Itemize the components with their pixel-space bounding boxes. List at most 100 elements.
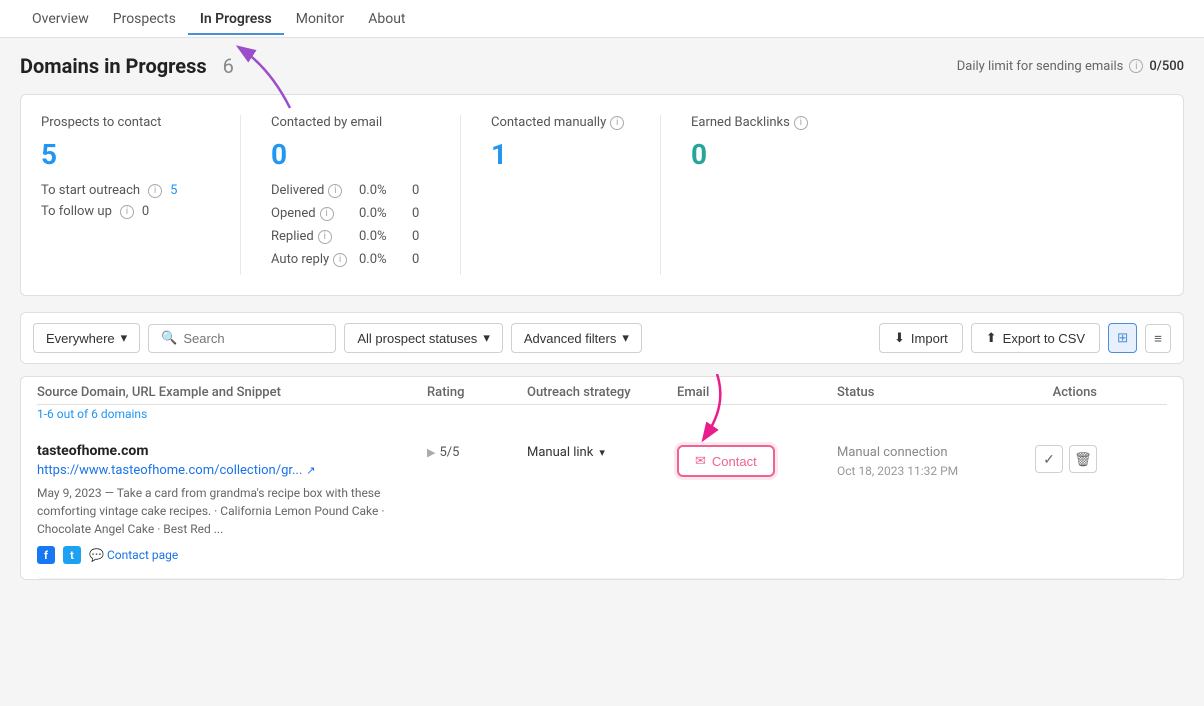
stats-backlinks: Earned Backlinks i 0 bbox=[661, 115, 861, 275]
export-button[interactable]: ⬆ Export to CSV bbox=[971, 323, 1100, 353]
followup-info-icon[interactable]: i bbox=[120, 205, 134, 219]
nav-in-progress[interactable]: In Progress bbox=[188, 3, 284, 35]
opened-info-icon[interactable]: i bbox=[320, 207, 334, 221]
rating-col: ▶ 5/5 bbox=[427, 443, 527, 460]
toolbar: Everywhere ▾ 🔍 All prospect statuses ▾ A… bbox=[20, 312, 1184, 364]
stats-card: Prospects to contact 5 To start outreach… bbox=[20, 94, 1184, 296]
filters-chevron-icon: ▾ bbox=[622, 330, 629, 346]
main-nav: Overview Prospects In Progress Monitor A… bbox=[0, 0, 1204, 38]
view-grid-button[interactable]: ⊞ bbox=[1108, 323, 1137, 353]
import-icon: ⬇ bbox=[894, 330, 905, 346]
delete-button[interactable]: 🗑 bbox=[1069, 445, 1097, 473]
col-header-actions: Actions bbox=[1017, 385, 1097, 400]
filters-label: Advanced filters bbox=[524, 331, 617, 346]
replied-label: Replied i bbox=[271, 229, 351, 244]
col-header-domain: Source Domain, URL Example and Snippet bbox=[37, 385, 427, 400]
stats-manual: Contacted manually i 1 bbox=[461, 115, 661, 275]
page-title: Domains in Progress bbox=[20, 54, 207, 78]
external-link-icon: ↗ bbox=[306, 464, 315, 477]
checkmark-icon: ✓ bbox=[1043, 451, 1055, 468]
table-header: Source Domain, URL Example and Snippet R… bbox=[37, 377, 1167, 405]
prospects-value: 5 bbox=[41, 138, 210, 171]
table-row: tasteofhome.com https://www.tasteofhome.… bbox=[37, 429, 1167, 579]
location-label: Everywhere bbox=[46, 331, 115, 346]
email-label: Contacted by email bbox=[271, 115, 430, 130]
trash-icon: 🗑 bbox=[1074, 451, 1092, 468]
col-header-rating: Rating bbox=[427, 385, 527, 400]
export-icon: ⬆ bbox=[986, 330, 997, 346]
manual-value: 1 bbox=[491, 138, 630, 171]
outreach-col: Manual link ▾ bbox=[527, 443, 677, 460]
rating-value: 5/5 bbox=[439, 445, 459, 460]
autoreply-row: Auto reply i 0.0% 0 bbox=[271, 252, 430, 267]
view-list-button[interactable]: ≡ bbox=[1145, 324, 1171, 353]
delivered-pct: 0.0% bbox=[359, 183, 404, 198]
backlinks-label: Earned Backlinks i bbox=[691, 115, 831, 130]
opened-count: 0 bbox=[412, 206, 419, 221]
delivered-info-icon[interactable]: i bbox=[328, 184, 342, 198]
location-dropdown[interactable]: Everywhere ▾ bbox=[33, 323, 140, 353]
autoreply-pct: 0.0% bbox=[359, 252, 404, 267]
search-box: 🔍 bbox=[148, 324, 336, 353]
status-dropdown[interactable]: All prospect statuses ▾ bbox=[344, 323, 502, 353]
status-text: Manual connection bbox=[837, 445, 1017, 460]
facebook-icon[interactable]: f bbox=[37, 546, 55, 564]
domain-count: 6 bbox=[223, 54, 234, 78]
outreach-info-icon[interactable]: i bbox=[148, 184, 162, 198]
col-header-status: Status bbox=[837, 385, 1017, 400]
manual-label: Contacted manually i bbox=[491, 115, 630, 130]
replied-info-icon[interactable]: i bbox=[318, 230, 332, 244]
outreach-sub: To start outreach i 5 bbox=[41, 183, 210, 198]
followup-sub: To follow up i 0 bbox=[41, 204, 210, 219]
location-chevron-icon: ▾ bbox=[121, 330, 128, 346]
daily-limit: Daily limit for sending emails i 0/500 bbox=[957, 59, 1184, 74]
view-list-icon: ≡ bbox=[1154, 331, 1162, 346]
prospects-label: Prospects to contact bbox=[41, 115, 210, 130]
domain-url-link[interactable]: https://www.tasteofhome.com/collection/g… bbox=[37, 463, 302, 478]
filters-dropdown[interactable]: Advanced filters ▾ bbox=[511, 323, 642, 353]
nav-prospects[interactable]: Prospects bbox=[101, 3, 188, 35]
followup-value: 0 bbox=[142, 204, 149, 219]
domain-name: tasteofhome.com bbox=[37, 443, 427, 459]
delivered-label: Delivered i bbox=[271, 183, 351, 198]
search-input[interactable] bbox=[183, 331, 323, 346]
backlinks-value: 0 bbox=[691, 138, 831, 171]
stats-prospects: Prospects to contact 5 To start outreach… bbox=[41, 115, 241, 275]
domain-url[interactable]: https://www.tasteofhome.com/collection/g… bbox=[37, 463, 427, 478]
page-header: Domains in Progress 6 Daily limit for se… bbox=[20, 54, 1184, 78]
followup-label: To follow up bbox=[41, 204, 112, 219]
autoreply-info-icon[interactable]: i bbox=[333, 253, 347, 267]
outreach-value: 5 bbox=[170, 183, 177, 198]
table-container: Source Domain, URL Example and Snippet R… bbox=[20, 376, 1184, 580]
autoreply-label: Auto reply i bbox=[271, 252, 351, 267]
email-value: 0 bbox=[271, 138, 430, 171]
nav-overview[interactable]: Overview bbox=[20, 3, 101, 35]
view-grid-icon: ⊞ bbox=[1117, 330, 1128, 345]
stats-email: Contacted by email 0 Delivered i 0.0% 0 … bbox=[241, 115, 461, 275]
backlinks-info-icon[interactable]: i bbox=[794, 116, 808, 130]
contact-page-link[interactable]: 💬 Contact page bbox=[89, 548, 178, 562]
opened-pct: 0.0% bbox=[359, 206, 404, 221]
import-button[interactable]: ⬇ Import bbox=[879, 323, 963, 353]
daily-limit-label: Daily limit for sending emails bbox=[957, 59, 1124, 74]
nav-about[interactable]: About bbox=[356, 3, 417, 35]
manual-info-icon[interactable]: i bbox=[610, 116, 624, 130]
twitter-icon[interactable]: t bbox=[63, 546, 81, 564]
delivered-row: Delivered i 0.0% 0 bbox=[271, 183, 430, 198]
contact-btn-label: Contact bbox=[712, 454, 757, 469]
export-label: Export to CSV bbox=[1003, 331, 1085, 346]
actions-col: ✓ 🗑 bbox=[1017, 443, 1097, 473]
status-label: All prospect statuses bbox=[357, 331, 477, 346]
daily-limit-info-icon[interactable]: i bbox=[1129, 59, 1143, 73]
nav-monitor[interactable]: Monitor bbox=[284, 3, 357, 35]
envelope-icon: ✉ bbox=[695, 453, 706, 469]
table-row-count: 1-6 out of 6 domains bbox=[37, 405, 1167, 429]
replied-count: 0 bbox=[412, 229, 419, 244]
status-col: Manual connection Oct 18, 2023 11:32 PM bbox=[837, 443, 1017, 478]
approve-button[interactable]: ✓ bbox=[1035, 445, 1063, 473]
autoreply-count: 0 bbox=[412, 252, 419, 267]
replied-pct: 0.0% bbox=[359, 229, 404, 244]
status-chevron-icon: ▾ bbox=[483, 330, 490, 346]
outreach-value: Manual link bbox=[527, 445, 593, 460]
outreach-chevron-icon[interactable]: ▾ bbox=[599, 446, 605, 459]
